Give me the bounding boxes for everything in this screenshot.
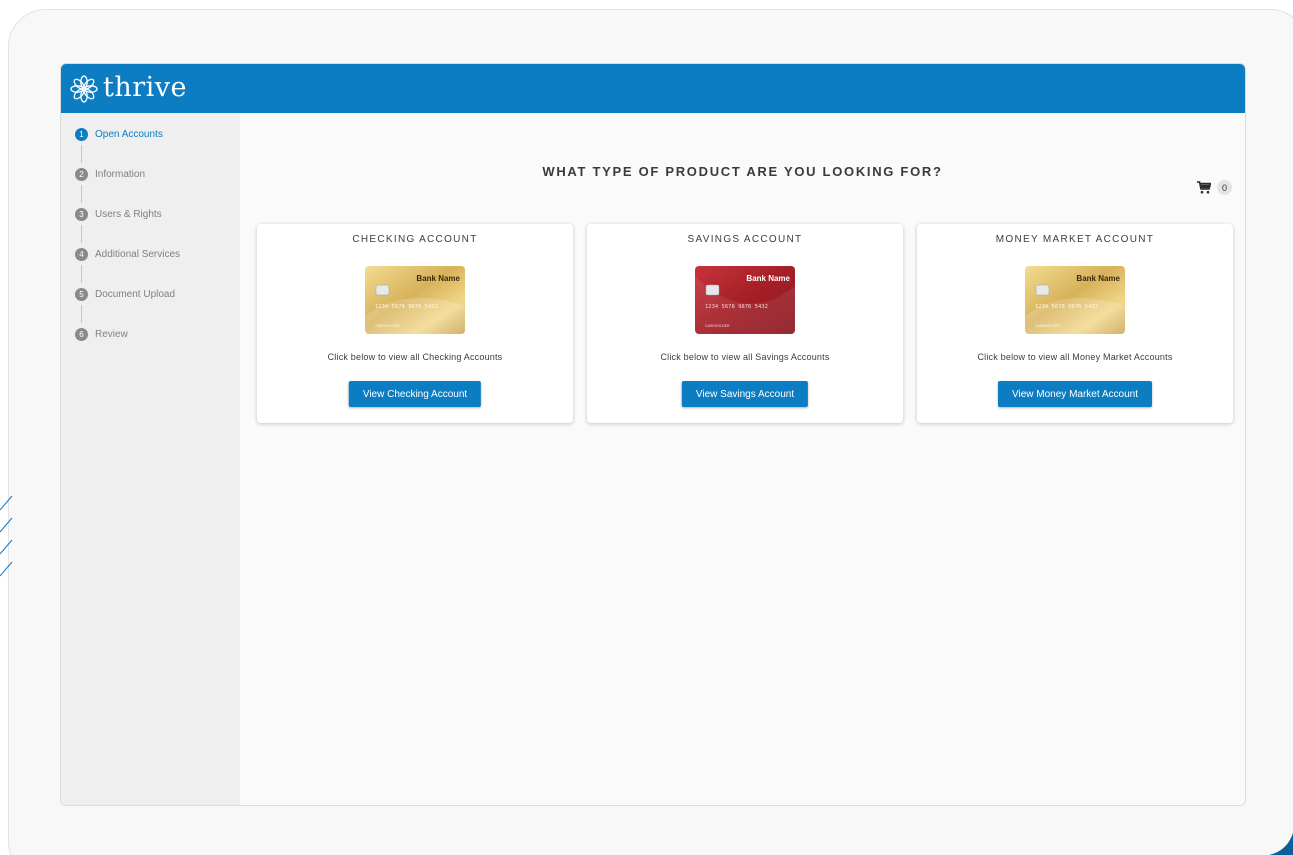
card-title: CHECKING ACCOUNT — [352, 234, 478, 245]
step-review[interactable]: 6 Review — [75, 327, 240, 367]
corner-accent — [1269, 833, 1293, 855]
step-number: 3 — [75, 208, 88, 221]
cart-icon — [1197, 181, 1211, 194]
view-money-market-account-button[interactable]: View Money Market Account — [998, 381, 1152, 407]
step-label: Information — [95, 169, 146, 180]
card-title: MONEY MARKET ACCOUNT — [995, 234, 1155, 245]
app-window: thrive 1 Open Accounts 2 Information 3 U… — [60, 63, 1246, 806]
card-title: SAVINGS ACCOUNT — [687, 234, 803, 245]
step-number: 4 — [75, 248, 88, 261]
main-content: WHAT TYPE OF PRODUCT ARE YOU LOOKING FOR… — [240, 113, 1245, 805]
step-label: Additional Services — [95, 249, 181, 260]
step-list: 1 Open Accounts 2 Information 3 Users & … — [61, 113, 240, 367]
top-bar: thrive — [61, 64, 1245, 113]
card-number-text: 1234 5678 9876 5432 — [1035, 304, 1098, 310]
cardholder-text: CARDHOLDER — [375, 324, 400, 328]
step-connector — [81, 225, 82, 243]
view-savings-account-button[interactable]: View Savings Account — [681, 381, 809, 407]
bank-card-image: Bank Name 1234 5678 9876 5432 CARDHOLDER — [1025, 266, 1125, 334]
step-open-accounts[interactable]: 1 Open Accounts — [75, 127, 240, 167]
card-number-text: 1234 5678 9876 5432 — [375, 304, 438, 310]
cart[interactable]: 0 — [1197, 180, 1232, 195]
step-connector — [81, 305, 82, 323]
step-number: 6 — [75, 328, 88, 341]
step-connector — [81, 145, 82, 163]
product-card-savings: SAVINGS ACCOUNT Bank Name 1234 5678 9876… — [587, 224, 903, 423]
sidebar: 1 Open Accounts 2 Information 3 Users & … — [61, 113, 240, 805]
bank-card-image: Bank Name 1234 5678 9876 5432 CARDHOLDER — [695, 266, 795, 334]
step-number: 2 — [75, 168, 88, 181]
step-label: Document Upload — [95, 289, 176, 300]
step-number: 5 — [75, 288, 88, 301]
logo[interactable]: thrive — [69, 74, 187, 104]
bank-name-text: Bank Name — [1076, 274, 1120, 283]
decorative-lines — [0, 495, 13, 577]
cart-count-badge: 0 — [1217, 180, 1232, 195]
step-additional-services[interactable]: 4 Additional Services — [75, 247, 240, 287]
card-number-text: 1234 5678 9876 5432 — [705, 304, 768, 310]
logo-text: thrive — [103, 71, 188, 103]
page-title: WHAT TYPE OF PRODUCT ARE YOU LOOKING FOR… — [542, 164, 943, 179]
card-description: Click below to view all Money Market Acc… — [977, 352, 1173, 362]
card-description: Click below to view all Savings Accounts — [660, 352, 830, 362]
step-connector — [81, 265, 82, 283]
view-checking-account-button[interactable]: View Checking Account — [348, 381, 482, 407]
step-label: Users & Rights — [95, 209, 162, 220]
step-document-upload[interactable]: 5 Document Upload — [75, 287, 240, 327]
step-label: Review — [95, 329, 128, 340]
bank-name-text: Bank Name — [416, 274, 460, 283]
step-label: Open Accounts — [95, 129, 163, 140]
card-description: Click below to view all Checking Account… — [327, 352, 503, 362]
product-card-checking: CHECKING ACCOUNT Bank Name 1234 5678 987… — [257, 224, 573, 423]
cardholder-text: CARDHOLDER — [1035, 324, 1060, 328]
step-information[interactable]: 2 Information — [75, 167, 240, 207]
product-cards: CHECKING ACCOUNT Bank Name 1234 5678 987… — [257, 224, 1233, 423]
product-card-money-market: MONEY MARKET ACCOUNT Bank Name 1234 5678… — [917, 224, 1233, 423]
bank-card-image: Bank Name 1234 5678 9876 5432 CARDHOLDER — [365, 266, 465, 334]
step-connector — [81, 185, 82, 203]
flower-logo-icon — [70, 74, 98, 103]
step-users-rights[interactable]: 3 Users & Rights — [75, 207, 240, 247]
cardholder-text: CARDHOLDER — [705, 324, 730, 328]
step-number: 1 — [75, 128, 88, 141]
bank-name-text: Bank Name — [746, 274, 790, 283]
